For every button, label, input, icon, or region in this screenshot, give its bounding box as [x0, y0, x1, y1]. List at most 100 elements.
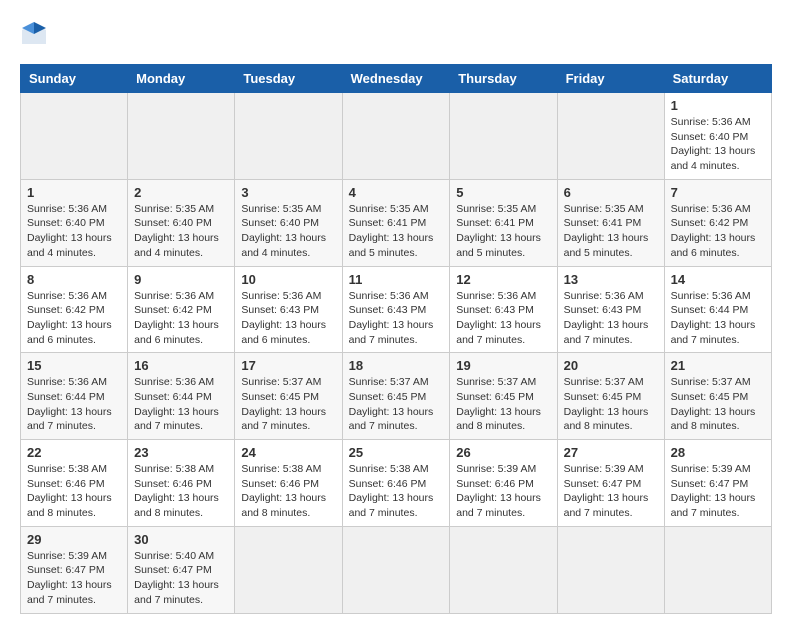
- calendar-cell: [128, 93, 235, 180]
- calendar-cell: 13Sunrise: 5:36 AMSunset: 6:43 PMDayligh…: [557, 266, 664, 353]
- calendar-cell: 10 Sunrise: 5:36 AMSunset: 6:43 PMDayligh…: [235, 266, 342, 353]
- day-number: 3: [241, 185, 335, 200]
- day-number: 2: [134, 185, 228, 200]
- calendar-cell: [235, 93, 342, 180]
- calendar-cell: 30 Sunrise: 5:40 AMSunset: 6:47 PMDayligh…: [128, 526, 235, 613]
- day-number: 17: [241, 358, 335, 373]
- day-info: Sunrise: 5:36 AMSunset: 6:40 PMDaylight:…: [671, 115, 765, 174]
- header-tuesday: Tuesday: [235, 65, 342, 93]
- day-number: 7: [671, 185, 765, 200]
- day-number: 6: [564, 185, 658, 200]
- calendar-cell: 12 Sunrise: 5:36 AMSunset: 6:43 PMDayligh…: [450, 266, 557, 353]
- day-number: 1: [27, 185, 121, 200]
- calendar-cell: 18 Sunrise: 5:37 AMSunset: 6:45 PMDayligh…: [342, 353, 450, 440]
- header-wednesday: Wednesday: [342, 65, 450, 93]
- calendar-table: SundayMondayTuesdayWednesdayThursdayFrid…: [20, 64, 772, 614]
- day-number: 26: [456, 445, 550, 460]
- day-info: Sunrise: 5:39 AMSunset: 6:46 PMDaylight:…: [456, 462, 550, 521]
- day-info: Sunrise: 5:39 AMSunset: 6:47 PMDaylight:…: [564, 462, 658, 521]
- day-number: 15: [27, 358, 121, 373]
- calendar-cell: [450, 93, 557, 180]
- calendar-cell: 1 Sunrise: 5:36 AMSunset: 6:40 PMDaylight…: [664, 93, 771, 180]
- calendar-cell: 1Sunrise: 5:36 AMSunset: 6:40 PMDaylight…: [21, 179, 128, 266]
- day-number: 4: [349, 185, 444, 200]
- calendar-cell: 22 Sunrise: 5:38 AMSunset: 6:46 PMDayligh…: [21, 440, 128, 527]
- header-saturday: Saturday: [664, 65, 771, 93]
- day-info: Sunrise: 5:37 AMSunset: 6:45 PMDaylight:…: [241, 375, 335, 434]
- calendar-cell: 3 Sunrise: 5:35 AMSunset: 6:40 PMDaylight…: [235, 179, 342, 266]
- day-number: 8: [27, 272, 121, 287]
- calendar-cell: 11 Sunrise: 5:36 AMSunset: 6:43 PMDayligh…: [342, 266, 450, 353]
- day-number: 20: [564, 358, 658, 373]
- day-info: Sunrise: 5:36 AMSunset: 6:44 PMDaylight:…: [27, 375, 121, 434]
- day-info: Sunrise: 5:37 AMSunset: 6:45 PMDaylight:…: [349, 375, 444, 434]
- day-info: Sunrise: 5:37 AMSunset: 6:45 PMDaylight:…: [564, 375, 658, 434]
- day-info: Sunrise: 5:37 AMSunset: 6:45 PMDaylight:…: [456, 375, 550, 434]
- day-number: 18: [349, 358, 444, 373]
- day-number: 11: [349, 272, 444, 287]
- day-number: 16: [134, 358, 228, 373]
- day-info: Sunrise: 5:38 AMSunset: 6:46 PMDaylight:…: [27, 462, 121, 521]
- calendar-cell: 4Sunrise: 5:35 AMSunset: 6:41 PMDaylight…: [342, 179, 450, 266]
- calendar-cell: 20 Sunrise: 5:37 AMSunset: 6:45 PMDayligh…: [557, 353, 664, 440]
- day-info: Sunrise: 5:36 AMSunset: 6:44 PMDaylight:…: [671, 289, 765, 348]
- calendar-cell: [664, 526, 771, 613]
- calendar-cell: [342, 93, 450, 180]
- day-info: Sunrise: 5:38 AMSunset: 6:46 PMDaylight:…: [349, 462, 444, 521]
- day-info: Sunrise: 5:35 AMSunset: 6:40 PMDaylight:…: [241, 202, 335, 261]
- calendar-cell: [342, 526, 450, 613]
- calendar-cell: [21, 93, 128, 180]
- calendar-cell: [235, 526, 342, 613]
- day-info: Sunrise: 5:36 AMSunset: 6:43 PMDaylight:…: [241, 289, 335, 348]
- day-number: 28: [671, 445, 765, 460]
- day-info: Sunrise: 5:40 AMSunset: 6:47 PMDaylight:…: [134, 549, 228, 608]
- day-number: 9: [134, 272, 228, 287]
- day-info: Sunrise: 5:37 AMSunset: 6:45 PMDaylight:…: [671, 375, 765, 434]
- day-number: 30: [134, 532, 228, 547]
- day-info: Sunrise: 5:35 AMSunset: 6:40 PMDaylight:…: [134, 202, 228, 261]
- calendar-cell: 17 Sunrise: 5:37 AMSunset: 6:45 PMDayligh…: [235, 353, 342, 440]
- calendar-cell: 7 Sunrise: 5:36 AMSunset: 6:42 PMDaylight…: [664, 179, 771, 266]
- page-header: [20, 20, 772, 48]
- calendar-cell: 21 Sunrise: 5:37 AMSunset: 6:45 PMDayligh…: [664, 353, 771, 440]
- calendar-cell: 29Sunrise: 5:39 AMSunset: 6:47 PMDayligh…: [21, 526, 128, 613]
- header-monday: Monday: [128, 65, 235, 93]
- day-info: Sunrise: 5:36 AMSunset: 6:43 PMDaylight:…: [564, 289, 658, 348]
- calendar-cell: 9 Sunrise: 5:36 AMSunset: 6:42 PMDaylight…: [128, 266, 235, 353]
- day-number: 24: [241, 445, 335, 460]
- calendar-cell: 15 Sunrise: 5:36 AMSunset: 6:44 PMDayligh…: [21, 353, 128, 440]
- day-number: 14: [671, 272, 765, 287]
- calendar-cell: 24 Sunrise: 5:38 AMSunset: 6:46 PMDayligh…: [235, 440, 342, 527]
- calendar-cell: 16 Sunrise: 5:36 AMSunset: 6:44 PMDayligh…: [128, 353, 235, 440]
- day-info: Sunrise: 5:36 AMSunset: 6:43 PMDaylight:…: [349, 289, 444, 348]
- day-number: 29: [27, 532, 121, 547]
- calendar-cell: [450, 526, 557, 613]
- calendar-cell: 14 Sunrise: 5:36 AMSunset: 6:44 PMDayligh…: [664, 266, 771, 353]
- day-number: 10: [241, 272, 335, 287]
- day-number: 1: [671, 98, 765, 113]
- calendar-cell: 25 Sunrise: 5:38 AMSunset: 6:46 PMDayligh…: [342, 440, 450, 527]
- day-info: Sunrise: 5:35 AMSunset: 6:41 PMDaylight:…: [456, 202, 550, 261]
- day-info: Sunrise: 5:36 AMSunset: 6:42 PMDaylight:…: [27, 289, 121, 348]
- calendar-cell: 8 Sunrise: 5:36 AMSunset: 6:42 PMDaylight…: [21, 266, 128, 353]
- calendar-cell: 6 Sunrise: 5:35 AMSunset: 6:41 PMDaylight…: [557, 179, 664, 266]
- calendar-cell: [557, 526, 664, 613]
- calendar-cell: 27Sunrise: 5:39 AMSunset: 6:47 PMDayligh…: [557, 440, 664, 527]
- day-number: 21: [671, 358, 765, 373]
- day-info: Sunrise: 5:36 AMSunset: 6:42 PMDaylight:…: [134, 289, 228, 348]
- day-number: 25: [349, 445, 444, 460]
- day-info: Sunrise: 5:35 AMSunset: 6:41 PMDaylight:…: [564, 202, 658, 261]
- day-info: Sunrise: 5:36 AMSunset: 6:43 PMDaylight:…: [456, 289, 550, 348]
- day-info: Sunrise: 5:39 AMSunset: 6:47 PMDaylight:…: [671, 462, 765, 521]
- logo: [20, 20, 52, 48]
- day-info: Sunrise: 5:36 AMSunset: 6:42 PMDaylight:…: [671, 202, 765, 261]
- day-info: Sunrise: 5:36 AMSunset: 6:44 PMDaylight:…: [134, 375, 228, 434]
- day-number: 22: [27, 445, 121, 460]
- calendar-cell: 2 Sunrise: 5:35 AMSunset: 6:40 PMDaylight…: [128, 179, 235, 266]
- calendar-cell: 28 Sunrise: 5:39 AMSunset: 6:47 PMDayligh…: [664, 440, 771, 527]
- calendar-cell: 26 Sunrise: 5:39 AMSunset: 6:46 PMDayligh…: [450, 440, 557, 527]
- day-number: 19: [456, 358, 550, 373]
- day-number: 12: [456, 272, 550, 287]
- day-info: Sunrise: 5:38 AMSunset: 6:46 PMDaylight:…: [241, 462, 335, 521]
- calendar-cell: 19 Sunrise: 5:37 AMSunset: 6:45 PMDayligh…: [450, 353, 557, 440]
